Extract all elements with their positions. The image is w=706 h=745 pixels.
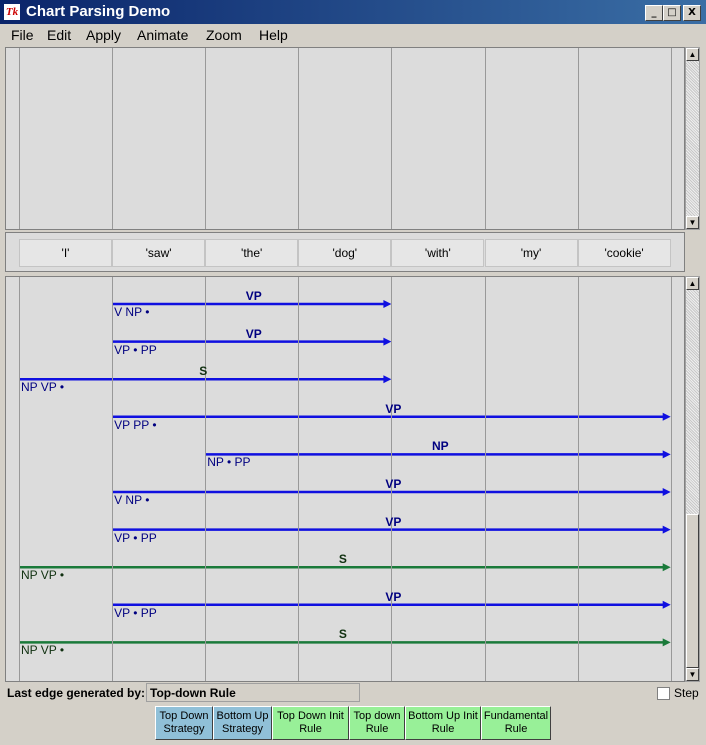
arrowhead-icon [662,525,671,534]
edge-label: VP [245,289,262,303]
scroll-up-arrow-icon[interactable]: ▲ [686,277,699,290]
menu-help[interactable]: Help [259,27,288,43]
edge-rhs: VP • PP [114,530,157,545]
strategy-button[interactable]: Top Down Init Rule [272,706,349,740]
edge-label: VP [385,514,402,529]
strategy-button[interactable]: Bottom Up Strategy [213,706,272,740]
edge-rhs: VP • PP [114,342,157,357]
arrowhead-icon [383,300,392,308]
arrowhead-icon [662,450,671,459]
title-bar: Tk Chart Parsing Demo _ □ X [0,0,706,24]
tk-app-icon: Tk [4,4,20,20]
chart-edges [19,300,671,647]
edge-label: NP [431,439,449,454]
strategy-button[interactable]: Top down Rule [349,706,405,740]
edge-label: S [338,627,347,642]
column-divider [19,48,20,229]
edge-label: VP [385,477,402,491]
edge-rhs: NP VP • [21,643,65,658]
menu-file[interactable]: File [11,27,34,43]
column-divider [391,48,393,229]
edge-label: S [199,364,208,379]
arrowhead-icon [662,412,671,421]
window-title: Chart Parsing Demo [26,3,171,20]
column-divider [112,277,114,681]
scroll-up-arrow-icon[interactable]: ▲ [686,48,699,61]
edge-label: VP [385,589,402,604]
arrowhead-icon [662,563,671,572]
edge-rhs: NP VP • [21,380,65,395]
column-divider [670,48,672,229]
edge-rhs: VP • PP [114,605,157,620]
minimize-button[interactable]: _ [645,5,663,21]
edge-rhs: V NP • [114,305,150,319]
column-divider [205,277,207,681]
strategy-button[interactable]: Bottom Up Init Rule [405,706,481,740]
sentence-canvas: 'I''saw''the''dog''with''my''cookie' [5,232,685,272]
menu-bar: File Edit Apply Animate Zoom Help [0,24,706,46]
edge-label: S [338,552,347,567]
column-divider [670,277,672,681]
column-divider [577,277,579,681]
chart-scrollbar[interactable]: ▲ ▼ [685,276,700,682]
maximize-button[interactable]: □ [663,5,681,21]
arrowhead-icon [383,337,392,346]
word-cell: 'my' [484,239,578,267]
step-label: Step [674,686,699,700]
strategy-button[interactable]: Fundamental Rule [481,706,551,740]
column-divider [112,48,114,229]
arrowhead-icon [383,375,392,384]
strategy-button[interactable]: Top Down Strategy [155,706,213,740]
step-checkbox[interactable] [657,687,670,700]
column-divider [205,48,207,229]
arrowhead-icon [662,600,671,609]
chart-canvas[interactable]: VP V NP • VP VP • PP S NP VP • VP VP PP • NP NP •… [5,276,685,682]
tree-scrollbar[interactable]: ▲ ▼ [685,47,700,230]
menu-animate[interactable]: Animate [137,27,188,43]
arrowhead-icon [662,488,671,496]
close-button[interactable]: X [683,5,701,21]
menu-apply[interactable]: Apply [86,27,121,43]
word-cell: 'I' [19,239,112,267]
word-cell: 'saw' [112,239,206,267]
word-cell: 'with' [391,239,485,267]
tree-canvas[interactable] [5,47,685,230]
edge-label: VP [385,401,402,416]
scroll-down-arrow-icon[interactable]: ▼ [686,668,699,681]
column-divider [577,48,579,229]
edge-label: VP [245,326,262,341]
word-cell: 'the' [205,239,299,267]
column-divider [298,48,300,229]
edge-rhs: VP PP • [114,417,157,432]
edge-rhs: NP VP • [21,568,65,583]
scroll-down-arrow-icon[interactable]: ▼ [686,216,699,229]
column-divider [19,277,20,681]
menu-zoom[interactable]: Zoom [206,27,242,43]
word-cell: 'dog' [298,239,392,267]
last-edge-label: Last edge generated by: [7,686,146,700]
column-divider [298,277,300,681]
last-edge-value: Top-down Rule [146,683,360,702]
column-divider [484,48,486,229]
edge-rhs: V NP • [114,493,150,507]
arrowhead-icon [662,638,671,647]
column-divider [484,277,486,681]
menu-edit[interactable]: Edit [47,27,71,43]
scroll-thumb[interactable] [686,514,699,668]
edge-rhs: NP • PP [207,455,251,470]
word-cell: 'cookie' [577,239,671,267]
